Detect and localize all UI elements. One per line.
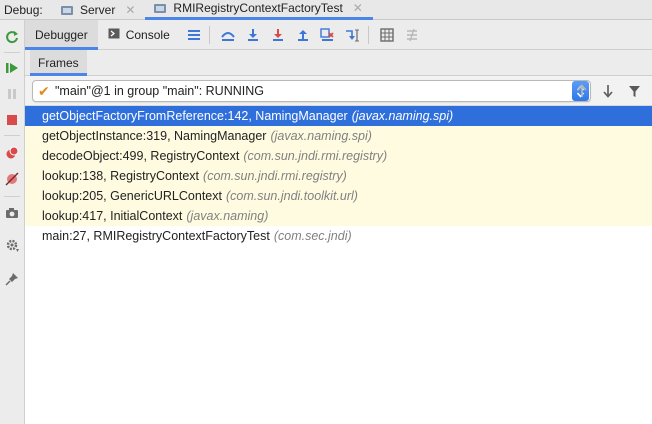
step-over-icon[interactable]	[242, 24, 264, 46]
tab-debugger-label: Debugger	[35, 27, 88, 42]
pause-program-icon[interactable]	[3, 85, 21, 103]
close-icon[interactable]: ✕	[353, 1, 363, 15]
thread-selector-value: "main"@1 in group "main": RUNNING	[55, 84, 264, 98]
frames-list: getObjectFactoryFromReference:142, Namin…	[25, 106, 652, 424]
tab-console-label: Console	[125, 27, 170, 42]
tab-console[interactable]: Console	[98, 20, 180, 50]
step-out-icon[interactable]	[292, 24, 314, 46]
frame-row[interactable]: lookup:417, InitialContext (javax.naming…	[25, 206, 652, 226]
show-execution-point-icon[interactable]	[217, 24, 239, 46]
settings-gear-icon[interactable]	[3, 236, 21, 254]
tab-rmi-label: RMIRegistryContextFactoryTest	[173, 1, 343, 15]
check-icon: ✔	[38, 82, 50, 99]
tab-rmiregistrycontextfactorytest[interactable]: RMIRegistryContextFactoryTest ✕	[145, 0, 373, 20]
frame-row[interactable]: main:27, RMIRegistryContextFactoryTest (…	[25, 226, 652, 246]
run-to-cursor-icon[interactable]	[342, 24, 364, 46]
console-icon	[108, 28, 120, 42]
next-frame-down-icon[interactable]	[599, 82, 617, 100]
layout-menu-icon[interactable]	[183, 24, 205, 46]
run-config-icon	[153, 2, 167, 14]
pin-icon[interactable]	[3, 270, 21, 288]
frame-row[interactable]: decodeObject:499, RegistryContext (com.s…	[25, 146, 652, 166]
tab-server-label: Server	[80, 2, 116, 17]
thread-selector-combobox[interactable]: ✔ "main"@1 in group "main": RUNNING	[32, 80, 591, 102]
view-breakpoints-icon[interactable]	[3, 144, 21, 162]
tab-server[interactable]: Server ✕	[52, 0, 145, 20]
camera-icon[interactable]	[3, 204, 21, 222]
frame-row[interactable]: getObjectFactoryFromReference:142, Namin…	[25, 106, 652, 126]
evaluate-expression-icon[interactable]	[376, 24, 398, 46]
rerun-icon[interactable]	[3, 28, 21, 46]
trace-stream-icon[interactable]	[401, 24, 423, 46]
frame-row[interactable]: lookup:205, GenericURLContext (com.sun.j…	[25, 186, 652, 206]
resume-program-icon[interactable]	[3, 59, 21, 77]
run-config-icon	[60, 4, 74, 16]
left-action-toolbar	[0, 20, 25, 424]
tab-frames[interactable]: Frames	[30, 50, 87, 76]
frames-panel-header: Frames	[25, 50, 652, 76]
mute-breakpoints-icon[interactable]	[3, 170, 21, 188]
frame-row[interactable]: getObjectInstance:319, NamingManager (ja…	[25, 126, 652, 146]
previous-frame-up-icon[interactable]	[573, 82, 591, 100]
drop-frame-icon[interactable]	[317, 24, 339, 46]
debugger-toolbar: Debugger Console	[25, 19, 652, 50]
close-icon[interactable]: ✕	[125, 3, 135, 17]
debug-tool-window-header: Debug: Server ✕ RMIRegistryContextFactor…	[0, 0, 652, 20]
stop-icon[interactable]	[3, 111, 21, 129]
step-into-icon[interactable]	[267, 24, 289, 46]
debug-label: Debug:	[4, 2, 43, 17]
thread-selector-row: ✔ "main"@1 in group "main": RUNNING	[25, 76, 652, 106]
frame-row[interactable]: lookup:138, RegistryContext (com.sun.jnd…	[25, 166, 652, 186]
tab-debugger[interactable]: Debugger	[25, 19, 98, 50]
filter-icon[interactable]	[625, 82, 643, 100]
